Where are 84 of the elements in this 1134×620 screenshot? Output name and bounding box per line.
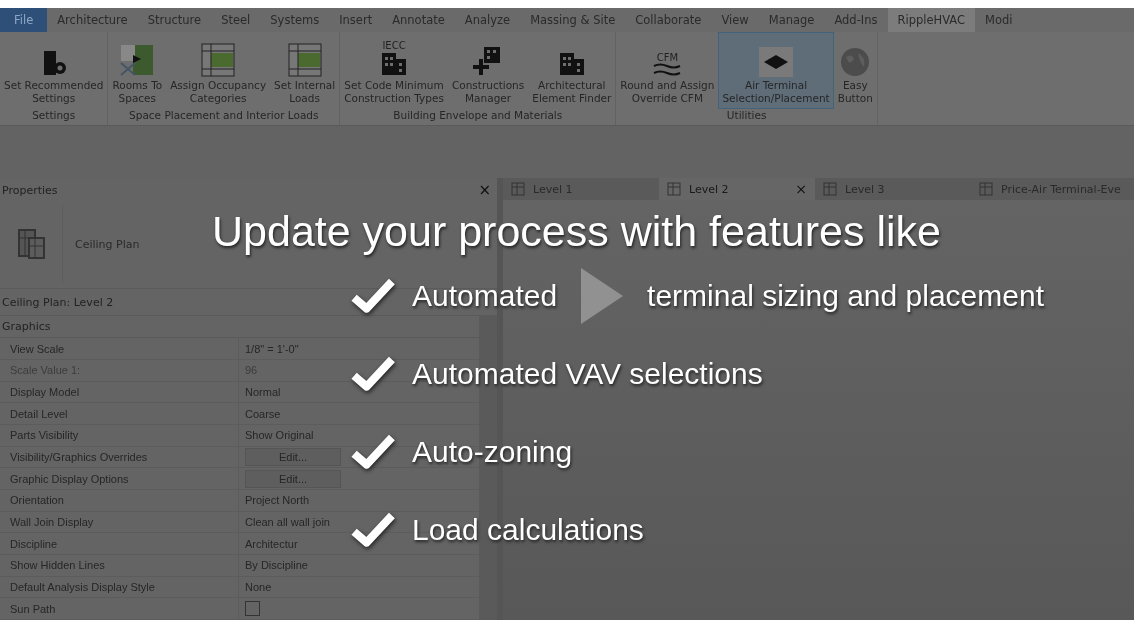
property-name: Parts Visibility [0, 425, 239, 446]
ribbon-button[interactable]: Air Terminal Selection/Placement [718, 32, 834, 109]
panel-label: Utilities [725, 109, 768, 123]
panel-label: Building Envelope and Materials [392, 109, 564, 123]
ribbon-button[interactable]: Easy Button [833, 32, 877, 109]
feature-text: Automated VAV selections [412, 357, 763, 391]
feature-text: Load calculations [412, 513, 644, 547]
ribbon-button[interactable]: Set Recommended Settings [0, 32, 108, 109]
ribbon-tab[interactable]: Analyze [454, 8, 521, 32]
ribbon-button[interactable]: Architectural Element Finder [528, 32, 616, 109]
ribbon-tab[interactable]: View [711, 8, 759, 32]
property-name: View Scale [0, 338, 239, 360]
edit-button[interactable]: Edit... [245, 448, 341, 467]
property-name: Wall Join Display [0, 511, 239, 533]
floor-plan-icon [823, 182, 837, 196]
checkmark-icon [350, 434, 396, 470]
property-value: Project North [245, 494, 310, 507]
feature-text: Auto-zoning [412, 435, 573, 469]
instance-label: Ceiling Plan: Level 2 [2, 295, 114, 309]
room-arrow-icon [119, 43, 156, 77]
property-value: Clean all wall join [245, 516, 330, 529]
property-value: By Discipline [245, 559, 308, 572]
property-name: Default Analysis Display Style [0, 576, 239, 598]
property-value: Show Original [245, 429, 314, 442]
ribbon-tab[interactable]: Massing & Site [520, 8, 626, 32]
property-name: Detail Level [0, 403, 239, 425]
ribbon-tab[interactable]: Manage [758, 8, 825, 32]
property-value: Coarse [245, 407, 281, 420]
ribbon-tab[interactable]: Systems [260, 8, 330, 32]
type-selector[interactable]: Ceiling Plan [75, 237, 140, 251]
property-name: Sun Path [0, 598, 239, 619]
ribbon-tab[interactable]: Modi [975, 8, 1023, 32]
floor-plan-icon [511, 182, 525, 196]
checkbox[interactable] [245, 601, 260, 617]
property-name: Show Hidden Lines [0, 555, 239, 576]
ribbon-tab[interactable]: Steel [211, 8, 261, 32]
edit-button[interactable]: Edit... [245, 469, 341, 488]
overlay-title: Update your process with features like [212, 206, 941, 256]
property-name: Visibility/Graphics Overrides [0, 446, 239, 468]
ribbon-tab[interactable]: Annotate [382, 8, 455, 32]
property-name: Discipline [0, 533, 239, 554]
ribbon-tab[interactable]: Collaborate [625, 8, 712, 32]
ribbon-button[interactable]: Set Internal Loads [270, 32, 340, 109]
ribbon-tab[interactable]: Insert [329, 8, 383, 32]
building-icon [380, 51, 409, 77]
ribbon-tab[interactable]: Architecture [47, 8, 138, 32]
panel-label: Settings [31, 109, 77, 123]
ribbon-tab[interactable]: RippleHVAC [887, 8, 976, 32]
close-button[interactable]: × [472, 181, 497, 199]
building-icon [557, 51, 586, 77]
airflow-icon [652, 63, 683, 77]
icon-caption: IECC [382, 41, 406, 51]
checkmark-icon [350, 356, 396, 392]
floor-plan-icon [667, 182, 681, 196]
panel-label: Space Placement and Interior Loads [128, 109, 320, 123]
floor-plan-icon [979, 182, 993, 196]
panel-title: Properties [2, 183, 58, 197]
property-value: Normal [245, 386, 281, 399]
feature-text: Automated [412, 279, 558, 313]
close-tab-button[interactable]: × [795, 181, 807, 197]
diffuser-icon [759, 47, 794, 77]
ribbon-button[interactable]: IECC Set Code Minimum Construction Types [340, 32, 448, 109]
property-value: None [245, 581, 272, 593]
table-icon [201, 43, 236, 77]
property-value: Architectur [245, 537, 298, 550]
ribbon-button[interactable]: Assign Occupancy Categories [166, 32, 271, 109]
document-tab[interactable]: Level 2 × [659, 178, 815, 200]
ribbon-button[interactable]: Constructions Manager [447, 32, 529, 109]
property-name: Display Model [0, 381, 239, 403]
feature-text: terminal sizing and placement [647, 279, 1044, 313]
property-value: 1/8" = 1'-0" [245, 342, 299, 355]
ribbon-tab[interactable]: Structure [137, 8, 212, 32]
ribbon-button[interactable]: Rooms To Spaces [108, 32, 167, 109]
property-name: Orientation [0, 490, 239, 511]
icon-caption: CFM [656, 53, 679, 63]
group-header[interactable]: Graphics [2, 320, 51, 334]
ribbon-tab[interactable]: Add-Ins [824, 8, 888, 32]
checkmark-icon [350, 512, 396, 548]
table-icon [287, 43, 322, 77]
globe-icon [840, 47, 871, 77]
ribbon-button[interactable]: CFM Round and Assign Override CFM [616, 32, 719, 109]
checkmark-icon [350, 278, 396, 314]
ribbon-tab[interactable]: File [0, 8, 48, 32]
property-name: Graphic Display Options [0, 468, 239, 490]
